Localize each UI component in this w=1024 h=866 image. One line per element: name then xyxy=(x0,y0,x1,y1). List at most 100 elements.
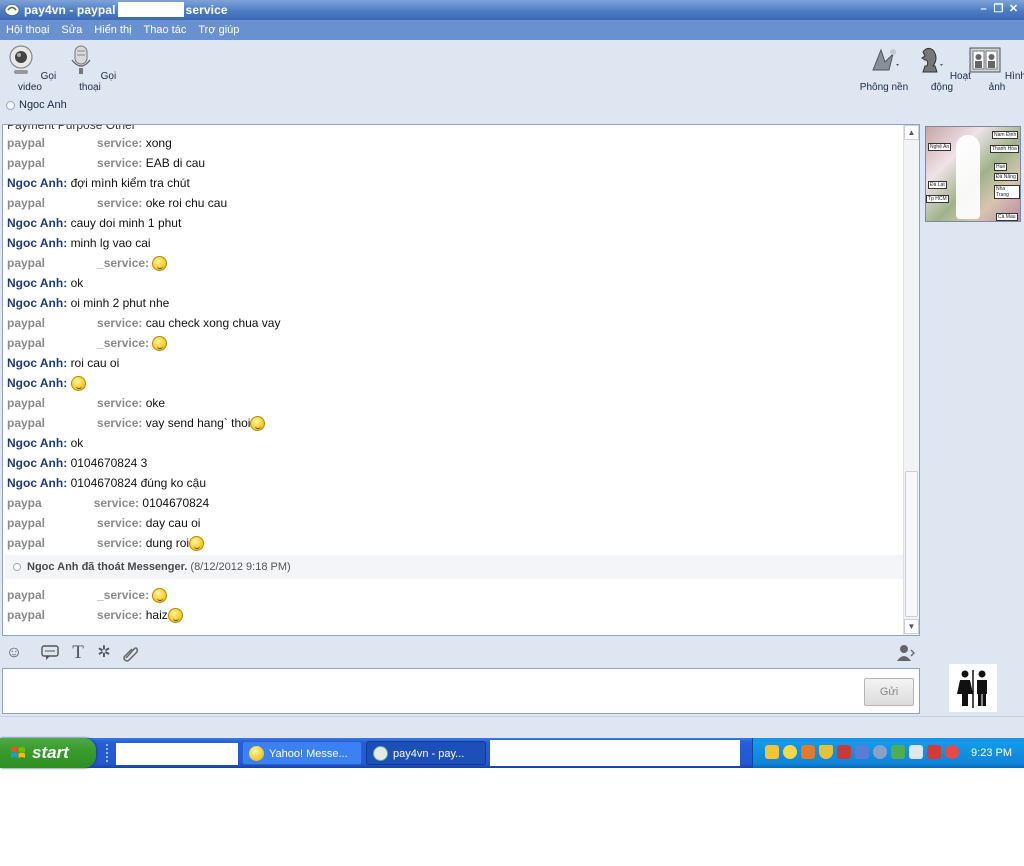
redaction-mask xyxy=(45,258,98,270)
minimize-button[interactable]: – xyxy=(977,2,990,16)
message-sender: Ngoc Anh: xyxy=(7,476,68,490)
chat-message: paypal service: EAB di cau xyxy=(7,156,205,170)
message-sender: paypal xyxy=(7,196,46,210)
scroll-thumb[interactable] xyxy=(905,471,918,617)
menu-help[interactable]: Trợ giúp xyxy=(198,20,239,40)
title-bar[interactable]: pay4vn - paypal service – ❐ ✕ xyxy=(0,0,1024,20)
restore-button[interactable]: ❐ xyxy=(992,2,1005,16)
tray-update-icon[interactable] xyxy=(891,745,905,759)
chat-message: paypal service: day cau oi xyxy=(7,516,200,530)
redaction-mask xyxy=(45,538,98,550)
emoticon-icon xyxy=(189,536,205,552)
start-button[interactable]: start xyxy=(0,738,96,768)
background-label: Phông nền xyxy=(859,82,909,93)
task-label: pay4vn - pay... xyxy=(393,748,465,760)
message-sender: paypal xyxy=(7,136,46,150)
contact-display-image[interactable]: Nam Định Nghệ An Thanh Hóa Huế Đà Nẵng Đà Lạt… xyxy=(925,126,1021,222)
text-format-icon[interactable]: T xyxy=(68,643,88,663)
message-text: day cau oi xyxy=(145,516,201,530)
message-sender-suffix: service: xyxy=(97,516,143,530)
map-location-tag: Nam Định xyxy=(992,131,1019,139)
messenger-window-icon xyxy=(373,746,388,761)
message-text: oi minh 2 phut nhe xyxy=(70,296,170,310)
microphone-icon xyxy=(71,45,91,74)
background-button[interactable]: Phông nền xyxy=(854,44,914,93)
message-text: cau check xong chua vay xyxy=(145,316,281,330)
task-yahoo-messenger[interactable]: Yahoo! Messe... xyxy=(242,741,362,765)
menu-edit[interactable]: Sửa xyxy=(61,20,82,40)
message-sender-suffix: _service: xyxy=(97,588,150,602)
redaction-mask xyxy=(45,158,98,170)
scroll-up-arrow-icon[interactable]: ▲ xyxy=(904,125,919,140)
message-sender: paypal xyxy=(7,588,46,602)
message-sender-suffix: _service: xyxy=(97,336,150,350)
chat-message: Ngoc Anh: 0104670824 3 xyxy=(7,456,147,470)
chat-message: Ngoc Anh: minh lg vao cai xyxy=(7,236,151,250)
toolbar: Gọi video Gọi thoại Phông nền Hoạt động … xyxy=(0,40,1024,96)
status-bullet-icon xyxy=(13,563,21,571)
redaction-mask xyxy=(45,398,98,410)
tray-security-center-icon[interactable] xyxy=(945,745,959,759)
activities-button[interactable]: Hoạt động xyxy=(912,44,972,93)
menu-conversation[interactable]: Hội thoại xyxy=(6,20,49,40)
emoticon-icon xyxy=(250,416,266,432)
tray-antivirus-icon[interactable] xyxy=(927,745,941,759)
send-button[interactable]: Gửi xyxy=(864,678,914,706)
message-text: haiz xyxy=(145,608,168,622)
tray-yahoo-icon[interactable] xyxy=(783,745,797,759)
tray-app-icon[interactable] xyxy=(801,745,815,759)
messenger-app-icon xyxy=(4,4,20,16)
emoticon-picker-icon[interactable]: ☺ xyxy=(4,643,24,663)
tray-folder-icon[interactable] xyxy=(765,745,779,759)
message-input[interactable]: Gửi xyxy=(2,668,920,714)
message-sender: paypal xyxy=(7,256,46,270)
redacted-task xyxy=(116,743,238,765)
conversation-scrollbar[interactable]: ▲ ▼ xyxy=(903,125,919,635)
quick-launch-grip[interactable] xyxy=(106,744,110,762)
emoticon-icon xyxy=(152,336,168,352)
task-pay4vn-conversation[interactable]: pay4vn - pay... xyxy=(366,741,486,765)
message-sender-suffix: service: xyxy=(97,316,143,330)
webcam-icon xyxy=(9,45,33,74)
message-sender: paypal xyxy=(7,316,46,330)
invite-contact-icon[interactable] xyxy=(896,643,916,663)
taskbar-clock[interactable]: 9:23 PM xyxy=(971,738,1012,768)
tray-shield-icon[interactable] xyxy=(819,745,833,759)
buzz-icon[interactable]: ✲ xyxy=(94,643,114,663)
restroom-icon xyxy=(957,670,987,708)
my-display-image[interactable] xyxy=(949,664,997,712)
video-call-button[interactable]: Gọi video xyxy=(0,44,60,93)
message-text: oke roi chu cau xyxy=(145,196,228,210)
map-location-tag: Nghệ An xyxy=(928,143,952,151)
chat-message: Ngoc Anh: cauy doi minh 1 phut xyxy=(7,216,181,230)
photos-button[interactable]: Hình ảnh xyxy=(967,44,1024,93)
photos-icon xyxy=(969,47,1001,73)
messenger-window: pay4vn - paypal service – ❐ ✕ Hội thoại S… xyxy=(0,0,1024,768)
scroll-down-arrow-icon[interactable]: ▼ xyxy=(904,619,919,634)
chat-message: Ngoc Anh: 0104670824 đúng ko cậu xyxy=(7,476,206,490)
logout-time: (8/12/2012 9:18 PM) xyxy=(190,561,291,573)
system-tray: 9:23 PM xyxy=(752,738,1024,768)
message-sender: Ngoc Anh: xyxy=(7,236,68,250)
tray-pdf-icon[interactable] xyxy=(837,745,851,759)
voice-call-button[interactable]: Gọi thoại xyxy=(60,44,120,93)
menu-actions[interactable]: Thao tác xyxy=(144,20,187,40)
attach-icon[interactable] xyxy=(120,643,140,663)
tray-volume-icon[interactable] xyxy=(909,745,923,759)
contact-name: Ngoc Anh xyxy=(19,99,67,111)
contact-status[interactable]: Ngoc Anh xyxy=(6,99,67,111)
message-sender: Ngoc Anh: xyxy=(7,456,68,470)
logout-text: Ngoc Anh đã thoát Messenger. xyxy=(27,561,188,573)
audible-icon[interactable] xyxy=(40,643,60,663)
message-text: ok xyxy=(70,276,84,290)
tray-network-icon[interactable] xyxy=(855,745,869,759)
tray-safely-remove-icon[interactable] xyxy=(873,745,887,759)
conversation-pane[interactable]: Payment Purpose Other Ngoc Anh đã thoát … xyxy=(2,124,920,636)
menu-view[interactable]: Hiển thị xyxy=(94,20,131,40)
message-text: 0104670824 đúng ko cậu xyxy=(70,476,207,490)
chat-message: Ngoc Anh: đợi mình kiểm tra chút xyxy=(7,176,190,190)
chat-message: paypal service: vay send hang` thoi xyxy=(7,416,266,432)
emoticon-icon xyxy=(152,256,168,272)
message-text: xong xyxy=(145,136,172,150)
close-button[interactable]: ✕ xyxy=(1007,2,1020,16)
